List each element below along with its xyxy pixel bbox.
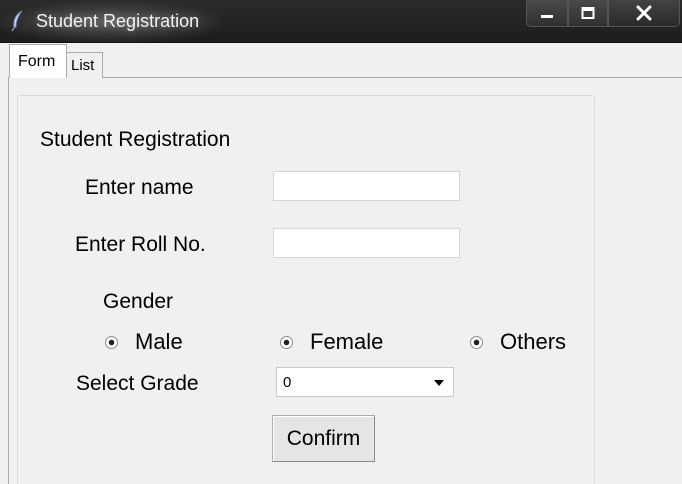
gender-radio-male[interactable]: Male [105,329,183,355]
radio-indicator-icon[interactable] [470,335,483,349]
roll-label: Enter Roll No. [75,233,206,256]
grade-combobox[interactable]: 0 [276,367,454,397]
window-title: Student Registration [36,11,200,31]
radio-indicator-icon[interactable] [105,335,118,349]
name-label: Enter name [85,176,194,199]
minimize-icon [541,15,553,18]
grade-label: Select Grade [76,372,199,395]
gender-label: Gender [103,290,174,313]
chevron-down-icon[interactable] [434,380,444,386]
minimize-button[interactable] [526,0,568,27]
close-button[interactable] [608,0,680,27]
title-bar[interactable]: Student Registration [0,0,682,43]
name-input[interactable] [273,171,460,201]
maximize-button[interactable] [568,0,608,27]
roll-input[interactable] [273,228,460,258]
close-icon [636,5,652,21]
gender-option-label: Male [135,329,183,354]
radio-indicator-icon[interactable] [280,335,293,349]
tab-form[interactable]: Form [9,44,67,78]
gender-option-label: Female [310,329,384,354]
confirm-button[interactable]: Confirm [272,415,375,462]
maximize-icon [581,7,595,19]
gender-option-label: Others [500,329,567,354]
grade-value: 0 [283,374,292,391]
feather-icon [10,10,26,32]
gender-radio-others[interactable]: Others [470,329,566,355]
form-heading: Student Registration [40,128,231,151]
gender-radio-female[interactable]: Female [280,329,383,355]
tab-list[interactable]: List [66,52,103,78]
